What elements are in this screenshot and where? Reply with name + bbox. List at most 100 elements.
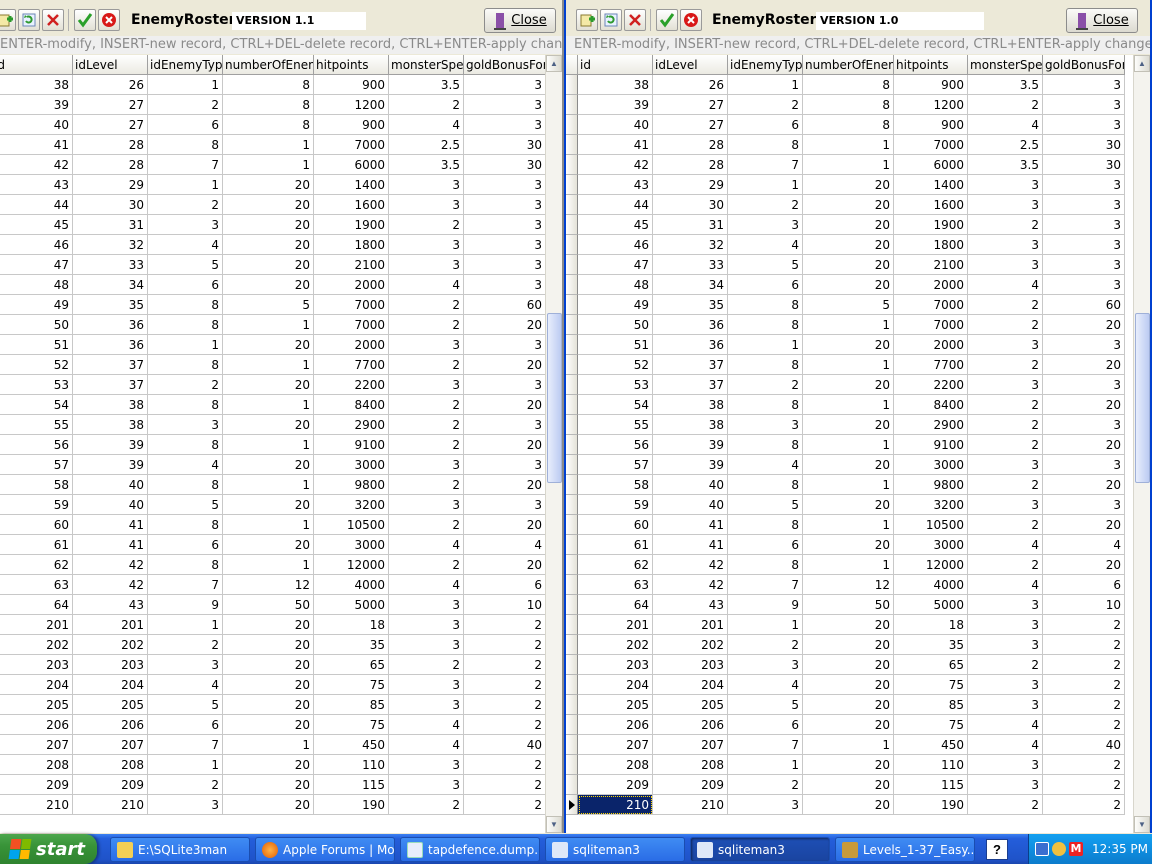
table-row[interactable]: 208 208 1 20 110 3 2 (566, 755, 1125, 775)
cell-goldBonusForKill[interactable]: 20 (1043, 395, 1125, 415)
cell-id[interactable]: 56 (0, 435, 73, 455)
column-header-id[interactable]: id (0, 55, 73, 75)
row-indicator[interactable] (566, 75, 578, 95)
table-row[interactable]: 59 40 5 20 3200 3 3 (0, 495, 546, 515)
cell-id[interactable]: 51 (578, 335, 653, 355)
table-row[interactable]: 59 40 5 20 3200 3 3 (566, 495, 1125, 515)
cell-numberOfEnemies[interactable]: 1 (223, 475, 314, 495)
table-row[interactable]: 201 201 1 20 18 3 2 (566, 615, 1125, 635)
row-indicator[interactable] (566, 495, 578, 515)
cell-id[interactable]: 206 (0, 715, 73, 735)
cell-id[interactable]: 55 (578, 415, 653, 435)
table-row[interactable]: 57 39 4 20 3000 3 3 (0, 455, 546, 475)
cell-goldBonusForKill[interactable]: 3 (464, 235, 546, 255)
cell-goldBonusForKill[interactable]: 10 (1043, 595, 1125, 615)
cell-id[interactable]: 63 (578, 575, 653, 595)
column-header-goldBonusForKill[interactable]: goldBonusForKill (1043, 55, 1125, 75)
cell-monsterSpeed[interactable]: 3 (968, 255, 1043, 275)
cell-hitpoints[interactable]: 2000 (314, 275, 389, 295)
cell-goldBonusForKill[interactable]: 2 (1043, 795, 1125, 815)
cell-id[interactable]: 54 (0, 395, 73, 415)
cell-numberOfEnemies[interactable]: 1 (803, 395, 894, 415)
cell-idLevel[interactable]: 27 (73, 115, 148, 135)
cell-hitpoints[interactable]: 115 (894, 775, 968, 795)
table-row[interactable]: 63 42 7 12 4000 4 6 (566, 575, 1125, 595)
cell-idLevel[interactable]: 31 (73, 215, 148, 235)
cell-numberOfEnemies[interactable]: 20 (223, 375, 314, 395)
cell-idEnemyType[interactable]: 8 (728, 295, 803, 315)
cell-id[interactable]: 49 (578, 295, 653, 315)
cell-numberOfEnemies[interactable]: 1 (223, 395, 314, 415)
cell-id[interactable]: 208 (578, 755, 653, 775)
cell-id[interactable]: 55 (0, 415, 73, 435)
cell-hitpoints[interactable]: 8400 (314, 395, 389, 415)
cell-numberOfEnemies[interactable]: 20 (223, 715, 314, 735)
cell-idLevel[interactable]: 39 (73, 435, 148, 455)
cell-goldBonusForKill[interactable]: 3 (464, 375, 546, 395)
cell-idLevel[interactable]: 40 (73, 495, 148, 515)
cell-goldBonusForKill[interactable]: 3 (1043, 275, 1125, 295)
cell-numberOfEnemies[interactable]: 1 (223, 155, 314, 175)
row-indicator[interactable] (566, 695, 578, 715)
table-row[interactable]: 55 38 3 20 2900 2 3 (0, 415, 546, 435)
cell-idEnemyType[interactable]: 1 (148, 75, 223, 95)
cell-numberOfEnemies[interactable]: 20 (223, 675, 314, 695)
cell-monsterSpeed[interactable]: 3 (389, 175, 464, 195)
cell-goldBonusForKill[interactable]: 2 (464, 775, 546, 795)
cell-goldBonusForKill[interactable]: 2 (1043, 695, 1125, 715)
cell-id[interactable]: 201 (578, 615, 653, 635)
row-indicator[interactable] (566, 635, 578, 655)
task-sqliteman-2[interactable]: sqliteman3 (690, 837, 830, 862)
cell-goldBonusForKill[interactable]: 2 (464, 675, 546, 695)
cell-numberOfEnemies[interactable]: 8 (223, 75, 314, 95)
column-header-idEnemyType[interactable]: idEnemyType (148, 55, 223, 75)
column-header-numberOfEnemies[interactable]: numberOfEnemies (223, 55, 314, 75)
cell-numberOfEnemies[interactable]: 20 (223, 535, 314, 555)
cell-goldBonusForKill[interactable]: 2 (464, 695, 546, 715)
cell-monsterSpeed[interactable]: 3 (389, 635, 464, 655)
table-row[interactable]: 53 37 2 20 2200 3 3 (566, 375, 1125, 395)
cell-idEnemyType[interactable]: 7 (148, 735, 223, 755)
cell-idEnemyType[interactable]: 2 (148, 375, 223, 395)
row-indicator[interactable] (566, 215, 578, 235)
cell-idLevel[interactable]: 38 (653, 415, 728, 435)
table-row[interactable]: 55 38 3 20 2900 2 3 (566, 415, 1125, 435)
cell-monsterSpeed[interactable]: 2 (968, 395, 1043, 415)
cell-numberOfEnemies[interactable]: 20 (803, 495, 894, 515)
row-indicator[interactable] (566, 775, 578, 795)
cell-hitpoints[interactable]: 2900 (314, 415, 389, 435)
row-indicator[interactable] (566, 115, 578, 135)
task-firefox[interactable]: Apple Forums | Mo... (255, 837, 395, 862)
column-header-monsterSpeed[interactable]: monsterSpeed (968, 55, 1043, 75)
cell-monsterSpeed[interactable]: 3.5 (968, 155, 1043, 175)
delete-record-icon[interactable] (624, 9, 646, 31)
start-button[interactable]: start (0, 834, 97, 864)
cell-idEnemyType[interactable]: 8 (148, 295, 223, 315)
cell-monsterSpeed[interactable]: 2 (968, 415, 1043, 435)
cell-id[interactable]: 59 (578, 495, 653, 515)
cell-idEnemyType[interactable]: 2 (728, 775, 803, 795)
cell-goldBonusForKill[interactable]: 20 (1043, 315, 1125, 335)
cell-idLevel[interactable]: 30 (73, 195, 148, 215)
task-text-file[interactable]: tapdefence.dump.... (400, 837, 540, 862)
cell-id[interactable]: 208 (0, 755, 73, 775)
cell-goldBonusForKill[interactable]: 3 (464, 415, 546, 435)
cell-monsterSpeed[interactable]: 2 (968, 215, 1043, 235)
cell-idEnemyType[interactable]: 7 (148, 575, 223, 595)
cell-id[interactable]: 204 (0, 675, 73, 695)
cell-goldBonusForKill[interactable]: 3 (464, 215, 546, 235)
cell-idLevel[interactable]: 40 (653, 495, 728, 515)
help-button[interactable]: ? (986, 839, 1008, 860)
cell-numberOfEnemies[interactable]: 20 (223, 235, 314, 255)
cell-idLevel[interactable]: 33 (73, 255, 148, 275)
cell-monsterSpeed[interactable]: 2 (389, 555, 464, 575)
cell-goldBonusForKill[interactable]: 30 (464, 155, 546, 175)
cell-goldBonusForKill[interactable]: 20 (464, 395, 546, 415)
cell-idLevel[interactable]: 28 (653, 155, 728, 175)
row-indicator[interactable] (566, 235, 578, 255)
cell-monsterSpeed[interactable]: 2 (968, 515, 1043, 535)
delete-record-icon[interactable] (42, 9, 64, 31)
cell-goldBonusForKill[interactable]: 2 (1043, 775, 1125, 795)
cell-monsterSpeed[interactable]: 2 (389, 515, 464, 535)
cell-monsterSpeed[interactable]: 3 (389, 455, 464, 475)
